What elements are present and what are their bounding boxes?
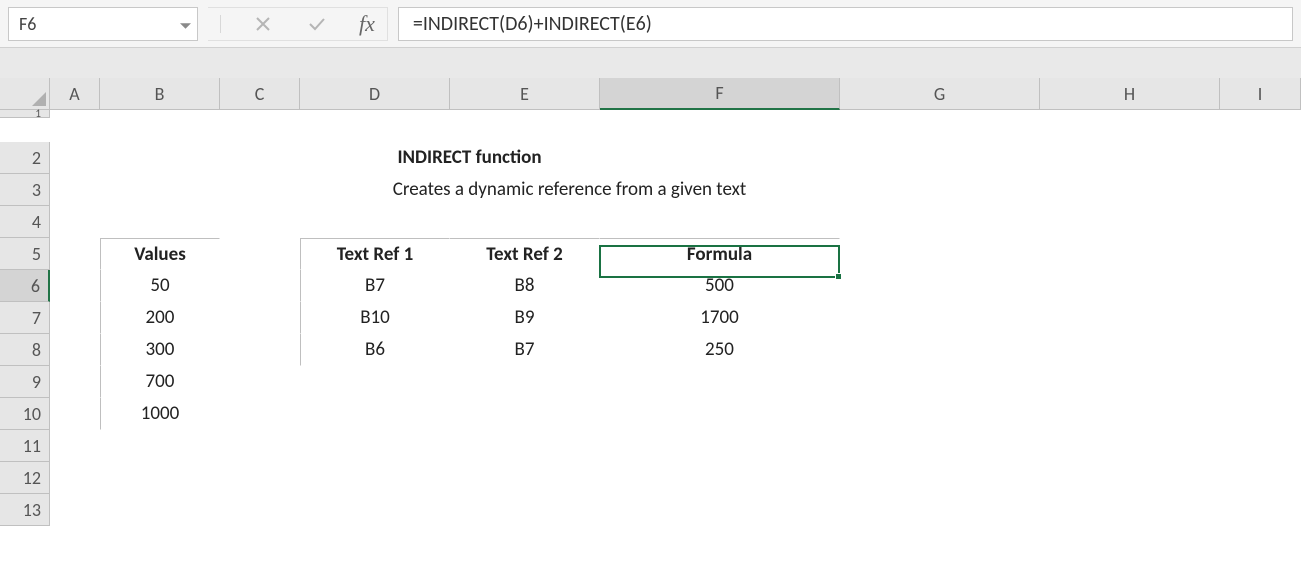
- row-header-6[interactable]: 6: [0, 270, 50, 302]
- name-box-value: F6: [19, 13, 36, 35]
- ribbon-spacer: [0, 48, 1301, 78]
- page-title[interactable]: INDIRECT function: [100, 142, 840, 174]
- row-header-13[interactable]: 13: [0, 494, 50, 526]
- row-header-11[interactable]: 11: [0, 430, 50, 462]
- separator: [220, 15, 221, 33]
- row-header-7[interactable]: 7: [0, 302, 50, 334]
- col-header-A[interactable]: A: [50, 78, 100, 110]
- table-cell[interactable]: B7: [450, 334, 600, 366]
- select-all-corner[interactable]: [0, 78, 50, 110]
- table-cell[interactable]: B9: [450, 302, 600, 334]
- col-header-C[interactable]: C: [220, 78, 300, 110]
- excel-window: F6 fx =INDIRECT(D6)+INDIRECT(E6) A B C D…: [0, 0, 1301, 586]
- row-header-5[interactable]: 5: [0, 238, 50, 270]
- values-table-header[interactable]: Values: [100, 238, 220, 270]
- values-cell[interactable]: 200: [100, 302, 220, 334]
- row-header-3[interactable]: 3: [0, 174, 50, 206]
- row-header-2[interactable]: 2: [0, 142, 50, 174]
- row-header-10[interactable]: 10: [0, 398, 50, 430]
- values-cell[interactable]: 300: [100, 334, 220, 366]
- formula-bar-buttons: fx: [208, 7, 388, 41]
- page-subtitle[interactable]: Creates a dynamic reference from a given…: [100, 174, 1040, 206]
- values-cell[interactable]: 700: [100, 366, 220, 398]
- cancel-formula-button[interactable]: [251, 12, 275, 36]
- col-header-F[interactable]: F: [600, 78, 840, 110]
- formula-table-header[interactable]: Text Ref 2: [450, 238, 600, 270]
- name-box-dropdown-icon[interactable]: [180, 13, 191, 35]
- col-header-D[interactable]: D: [300, 78, 450, 110]
- col-header-H[interactable]: H: [1040, 78, 1220, 110]
- col-header-B[interactable]: B: [100, 78, 220, 110]
- table-cell[interactable]: B7: [300, 270, 450, 302]
- cell[interactable]: [50, 110, 1301, 118]
- spreadsheet-grid[interactable]: A B C D E F G H I 1 2 3 4 5 6 7 8 9 10 1…: [0, 78, 1301, 586]
- enter-formula-button[interactable]: [305, 12, 329, 36]
- formula-table-header[interactable]: Formula: [600, 238, 840, 270]
- row-header-12[interactable]: 12: [0, 462, 50, 494]
- col-header-I[interactable]: I: [1220, 78, 1301, 110]
- table-cell[interactable]: 1700: [600, 302, 840, 334]
- values-cell[interactable]: 1000: [100, 398, 220, 430]
- formula-table-header[interactable]: Text Ref 1: [300, 238, 450, 270]
- col-header-E[interactable]: E: [450, 78, 600, 110]
- formula-text: =INDIRECT(D6)+INDIRECT(E6): [413, 12, 652, 36]
- table-cell[interactable]: 250: [600, 334, 840, 366]
- table-cell[interactable]: B6: [300, 334, 450, 366]
- values-cell[interactable]: 50: [100, 270, 220, 302]
- row-header-4[interactable]: 4: [0, 206, 50, 238]
- fx-icon[interactable]: fx: [359, 11, 375, 37]
- name-box[interactable]: F6: [8, 7, 198, 41]
- row-header-9[interactable]: 9: [0, 366, 50, 398]
- formula-input[interactable]: =INDIRECT(D6)+INDIRECT(E6): [398, 7, 1293, 41]
- table-cell[interactable]: 500: [600, 270, 840, 302]
- table-cell[interactable]: B8: [450, 270, 600, 302]
- row-header-8[interactable]: 8: [0, 334, 50, 366]
- row-header-1[interactable]: 1: [0, 110, 50, 118]
- table-cell[interactable]: B10: [300, 302, 450, 334]
- formula-bar: F6 fx =INDIRECT(D6)+INDIRECT(E6): [0, 0, 1301, 48]
- col-header-G[interactable]: G: [840, 78, 1040, 110]
